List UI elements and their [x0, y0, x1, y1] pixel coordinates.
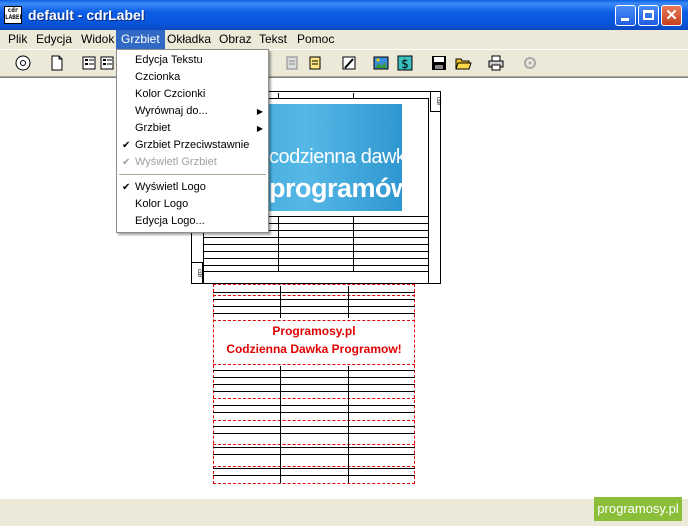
dd-edycja-logo[interactable]: Edycja Logo...	[117, 213, 268, 230]
dd-czcionka[interactable]: Czcionka	[117, 69, 268, 86]
maximize-button[interactable]	[638, 5, 659, 26]
submenu-arrow-icon: ▶	[256, 107, 263, 116]
dd-grzbiet[interactable]: Grzbiet ▶	[117, 120, 268, 137]
grzbiet-dropdown: Edycja Tekstu Czcionka Kolor Czcionki Wy…	[116, 49, 269, 233]
dd-label: Grzbiet	[135, 122, 171, 134]
image-icon[interactable]	[372, 54, 390, 72]
dd-label: Wyświetl Grzbiet	[135, 156, 217, 168]
edit-icon[interactable]	[340, 54, 358, 72]
minimize-button[interactable]	[615, 5, 636, 26]
checkmark-icon: ✔	[122, 157, 131, 168]
menu-widok[interactable]: Widok	[76, 30, 119, 49]
checkmark-icon: ✔	[122, 182, 131, 193]
label-icon[interactable]	[283, 54, 301, 72]
menu-separator	[119, 174, 266, 175]
dd-wyswietl-grzbiet: ✔ Wyświetl Grzbiet	[117, 154, 268, 171]
back-text-line-1: Programosy.pl	[272, 324, 356, 338]
menu-plik[interactable]: Plik	[3, 30, 32, 49]
dd-label: Edycja Tekstu	[135, 54, 203, 66]
dd-label: Wyrównaj do...	[135, 105, 208, 117]
dd-kolor-logo[interactable]: Kolor Logo	[117, 196, 268, 213]
back-dash-line	[213, 284, 415, 285]
dd-edycja-tekstu[interactable]: Edycja Tekstu	[117, 52, 268, 69]
back-tracklist-top[interactable]	[213, 286, 415, 318]
back-dash-line	[213, 364, 415, 365]
menu-grzbiet[interactable]: Grzbiet	[116, 30, 165, 49]
spine-top[interactable]: cdr	[430, 91, 441, 112]
dd-label: Czcionka	[135, 71, 181, 83]
new-file-icon[interactable]	[48, 54, 66, 72]
back-tracklist[interactable]	[213, 366, 415, 483]
toolbar: $	[0, 49, 688, 77]
dd-label: Kolor Czcionki	[135, 88, 206, 100]
logo-line-1: codzienna dawka	[269, 146, 402, 168]
dollar-icon[interactable]: $	[396, 54, 414, 72]
back-text-line-2: Codzienna Dawka Programow!	[226, 342, 402, 356]
submenu-arrow-icon: ▶	[256, 124, 263, 133]
cd-icon[interactable]	[14, 54, 32, 72]
window-title: default - cdrLabel	[28, 7, 145, 23]
watermark: programosy.pl	[594, 497, 682, 521]
dd-kolor-czcionki[interactable]: Kolor Czcionki	[117, 86, 268, 103]
dd-label: Kolor Logo	[135, 198, 189, 210]
menu-pomoc[interactable]: Pomoc	[292, 30, 339, 49]
logo-line-2: programów	[269, 173, 402, 203]
print-icon[interactable]	[487, 54, 505, 72]
app-window: cdr LABEL default - cdrLabel ✕ Plik Edyc…	[0, 0, 688, 526]
dd-wyswietl-logo[interactable]: ✔ Wyświetl Logo	[117, 179, 268, 196]
open-folder-icon[interactable]	[454, 54, 472, 72]
dd-label: Grzbiet Przeciwstawnie	[135, 139, 250, 151]
label-icon[interactable]	[306, 54, 324, 72]
close-button[interactable]: ✕	[661, 5, 682, 26]
menu-obraz[interactable]: Obraz	[214, 30, 257, 49]
back-dash-line	[213, 320, 415, 321]
menu-okladka[interactable]: Okładka	[162, 30, 216, 49]
spine-bottom[interactable]: cdr	[191, 262, 203, 284]
back-text[interactable]: Programosy.pl Codzienna Dawka Programow!	[213, 322, 415, 358]
save-icon[interactable]	[430, 54, 448, 72]
minimize-icon	[621, 18, 629, 21]
maximize-icon	[643, 10, 654, 20]
title-bar[interactable]: cdr LABEL default - cdrLabel ✕	[0, 0, 688, 30]
svg-text:$: $	[401, 57, 409, 71]
app-icon[interactable]: cdr LABEL	[4, 6, 22, 24]
checkmark-icon: ✔	[122, 140, 131, 151]
menu-tekst[interactable]: Tekst	[254, 30, 292, 49]
close-icon: ✕	[665, 7, 678, 24]
menu-bar: Plik Edycja Widok Grzbiet Okładka Obraz …	[0, 30, 688, 49]
status-bar	[0, 498, 688, 526]
list-icon[interactable]	[80, 54, 98, 72]
dd-label: Edycja Logo...	[135, 215, 205, 227]
dd-label: Wyświetl Logo	[135, 181, 206, 193]
dd-grzbiet-przeciwstawnie[interactable]: ✔ Grzbiet Przeciwstawnie	[117, 137, 268, 154]
menu-edycja[interactable]: Edycja	[31, 30, 77, 49]
list-icon[interactable]	[98, 54, 116, 72]
settings-icon[interactable]	[521, 54, 539, 72]
dd-wyrownaj[interactable]: Wyrównaj do... ▶	[117, 103, 268, 120]
